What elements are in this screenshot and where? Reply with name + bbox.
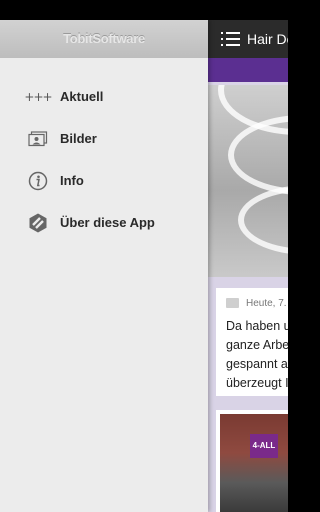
gallery-icon [28, 130, 48, 148]
status-bar [0, 0, 288, 20]
nav-item-label: Über diese App [60, 215, 155, 230]
plus-icon: +++ [24, 90, 52, 104]
chayns-logo-icon [28, 213, 48, 233]
nav-item-label: Bilder [60, 131, 97, 146]
nav-item-label: Info [60, 173, 84, 188]
info-icon [28, 171, 48, 191]
nav-item-label: Aktuell [60, 89, 104, 104]
brand-logo: TobitSoftware [63, 31, 145, 46]
drawer-scrim[interactable] [208, 20, 288, 512]
nav-item-bilder[interactable]: Bilder [0, 120, 208, 158]
nav-item-aktuell[interactable]: +++ Aktuell [0, 78, 208, 116]
drawer-header: TobitSoftware [0, 20, 208, 58]
nav-item-ueber-diese-app[interactable]: Über diese App [0, 204, 208, 242]
navigation-drawer: TobitSoftware +++ Aktuell Bilder Info Üb… [0, 20, 208, 512]
nav-item-info[interactable]: Info [0, 162, 208, 200]
